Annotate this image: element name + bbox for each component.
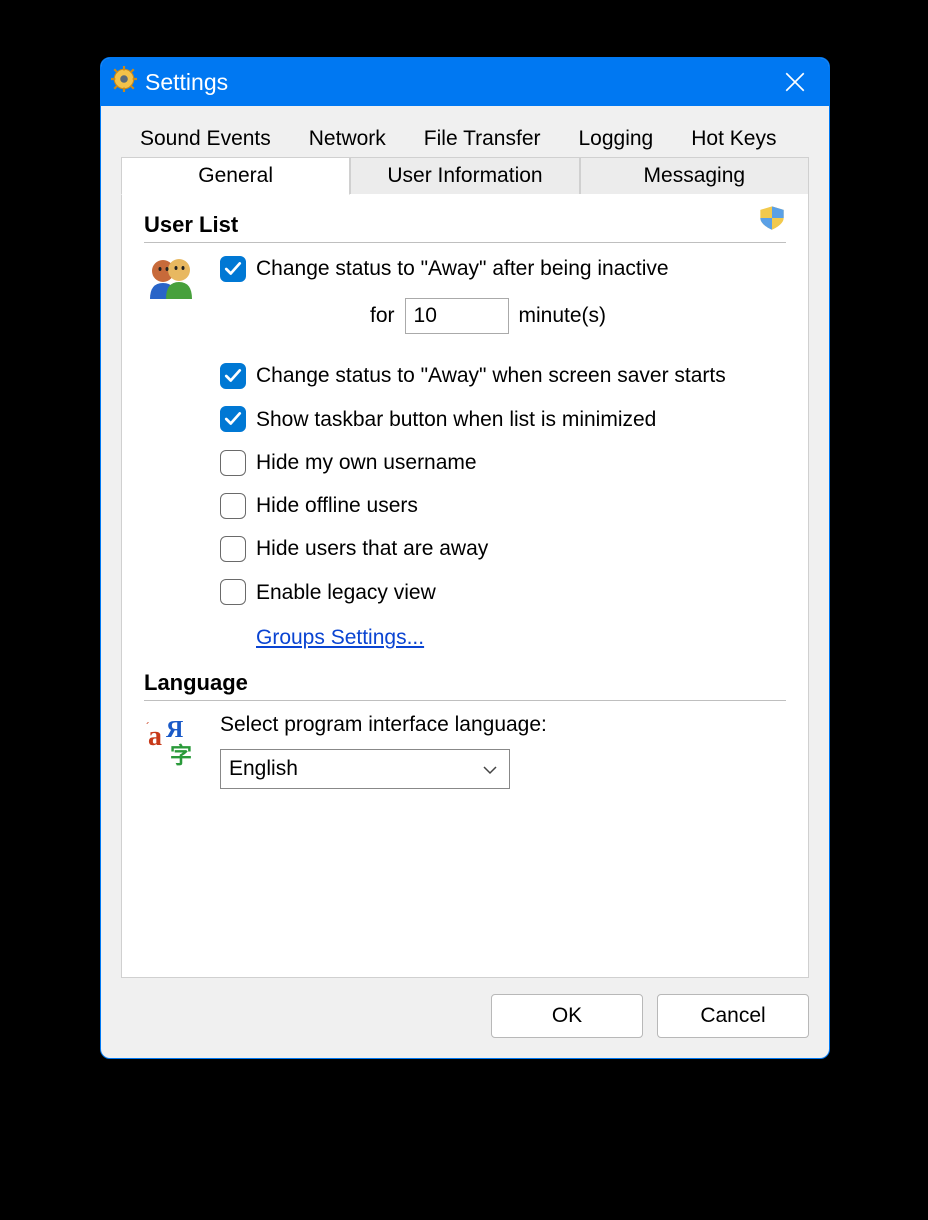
opt-show-taskbar: Show taskbar button when list is minimiz…: [220, 406, 786, 433]
tab-network[interactable]: Network: [290, 120, 405, 157]
minutes-unit: minute(s): [519, 304, 607, 328]
language-icon: a ´ Я 字: [144, 713, 204, 789]
svg-text:a: a: [148, 721, 162, 752]
close-button[interactable]: [771, 58, 819, 106]
language-selected: English: [229, 757, 298, 781]
tab-user-information[interactable]: User Information: [350, 157, 579, 195]
for-minutes-row: for minute(s): [370, 298, 786, 334]
user-list-heading: User List: [144, 212, 238, 238]
checkbox-hide-offline[interactable]: [220, 493, 246, 519]
window-body: Sound Events Network File Transfer Loggi…: [101, 106, 829, 978]
tab-hot-keys[interactable]: Hot Keys: [672, 120, 795, 157]
label-legacy-view: Enable legacy view: [256, 579, 436, 606]
tabs-row-2: General User Information Messaging: [121, 157, 809, 195]
language-heading: Language: [144, 670, 248, 696]
svg-text:字: 字: [170, 743, 192, 768]
window-title: Settings: [145, 69, 228, 96]
tab-messaging[interactable]: Messaging: [580, 157, 809, 195]
language-select[interactable]: English: [220, 749, 510, 789]
label-away-inactive: Change status to "Away" after being inac…: [256, 255, 669, 282]
label-hide-offline: Hide offline users: [256, 492, 418, 519]
svg-text:Я: Я: [166, 717, 183, 743]
minutes-input[interactable]: [405, 298, 509, 334]
users-icon: [144, 255, 204, 650]
label-hide-own: Hide my own username: [256, 449, 477, 476]
language-heading-row: Language: [144, 670, 786, 701]
label-away-screensaver: Change status to "Away" when screen save…: [256, 362, 726, 389]
tab-general[interactable]: General: [121, 157, 350, 195]
tab-logging[interactable]: Logging: [560, 120, 673, 157]
user-list-heading-row: User List: [144, 212, 786, 243]
titlebar: Settings: [101, 58, 829, 106]
checkbox-legacy-view[interactable]: [220, 579, 246, 605]
checkbox-show-taskbar[interactable]: [220, 406, 246, 432]
checkbox-hide-own[interactable]: [220, 450, 246, 476]
groups-settings-link[interactable]: Groups Settings...: [256, 626, 424, 650]
tab-sound-events[interactable]: Sound Events: [121, 120, 290, 157]
opt-away-screensaver: Change status to "Away" when screen save…: [220, 362, 786, 389]
user-list-options: Change status to "Away" after being inac…: [220, 255, 786, 650]
opt-legacy-view: Enable legacy view: [220, 579, 786, 606]
language-label: Select program interface language:: [220, 713, 786, 737]
cancel-button[interactable]: Cancel: [657, 994, 809, 1038]
tab-file-transfer[interactable]: File Transfer: [405, 120, 560, 157]
settings-window: Settings Sound Events Network File Trans…: [100, 57, 830, 1059]
checkbox-away-inactive[interactable]: [220, 256, 246, 282]
gear-icon: [111, 66, 137, 98]
checkbox-hide-away[interactable]: [220, 536, 246, 562]
ok-button[interactable]: OK: [491, 994, 643, 1038]
dialog-buttons: OK Cancel: [101, 978, 829, 1058]
opt-hide-own: Hide my own username: [220, 449, 786, 476]
opt-hide-offline: Hide offline users: [220, 492, 786, 519]
general-panel: User List: [121, 194, 809, 978]
chevron-down-icon: [483, 757, 497, 781]
language-options: Select program interface language: Engli…: [220, 713, 786, 789]
opt-away-inactive: Change status to "Away" after being inac…: [220, 255, 786, 282]
opt-hide-away: Hide users that are away: [220, 535, 786, 562]
label-show-taskbar: Show taskbar button when list is minimiz…: [256, 406, 656, 433]
for-label: for: [370, 304, 395, 328]
shield-icon: [758, 204, 786, 238]
checkbox-away-screensaver[interactable]: [220, 363, 246, 389]
label-hide-away: Hide users that are away: [256, 535, 488, 562]
language-body: a ´ Я 字 Select program interface languag…: [144, 713, 786, 789]
svg-text:´: ´: [146, 720, 150, 734]
user-list-body: Change status to "Away" after being inac…: [144, 255, 786, 650]
tabs-row-1: Sound Events Network File Transfer Loggi…: [121, 120, 809, 157]
